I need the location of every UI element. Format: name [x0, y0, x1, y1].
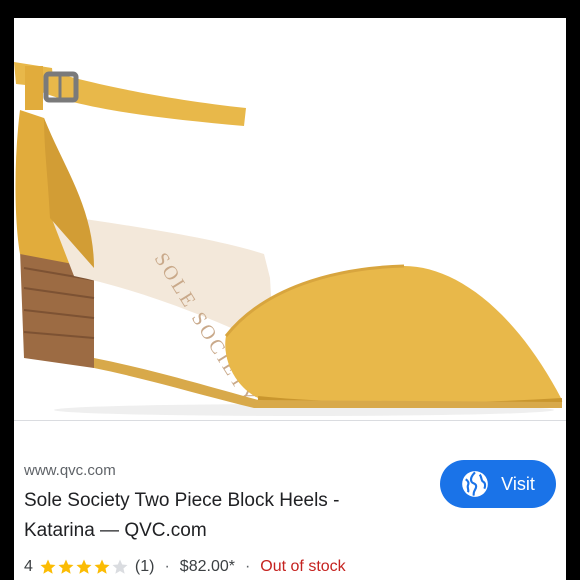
star-icon: [94, 559, 110, 574]
visit-button-label: Visit: [501, 473, 535, 494]
globe-icon: [462, 471, 488, 497]
screenshot-frame: SOLE SOCIETY www.qvc.com Sole Society Tw…: [0, 0, 580, 580]
price: $82.00*: [179, 558, 235, 575]
source-domain[interactable]: www.qvc.com: [24, 462, 116, 479]
product-image[interactable]: SOLE SOCIETY: [14, 18, 566, 418]
search-result-card[interactable]: SOLE SOCIETY www.qvc.com Sole Society Tw…: [14, 18, 566, 580]
review-count[interactable]: (1): [135, 558, 155, 576]
image-divider: [14, 420, 566, 421]
star-icon: [58, 559, 74, 574]
star-icon: [40, 559, 56, 574]
visit-button[interactable]: Visit: [440, 460, 556, 508]
star-icon: [112, 559, 128, 574]
separator: ·: [164, 558, 170, 575]
result-title-line-2: Katarina — QVC.com: [24, 520, 207, 541]
stock-status: Out of stock: [260, 558, 346, 575]
result-title[interactable]: Sole Society Two Piece Block Heels - Kat…: [24, 486, 424, 546]
shoe-illustration: SOLE SOCIETY: [14, 62, 563, 416]
result-meta-row: 4 (1) · $82.00* · Out of stock: [24, 556, 346, 578]
rating-value: 4: [24, 558, 33, 575]
rating-stars: [39, 558, 129, 576]
star-icon: [76, 559, 92, 574]
separator: ·: [244, 558, 251, 575]
result-title-line-1: Sole Society Two Piece Block Heels -: [24, 490, 340, 511]
